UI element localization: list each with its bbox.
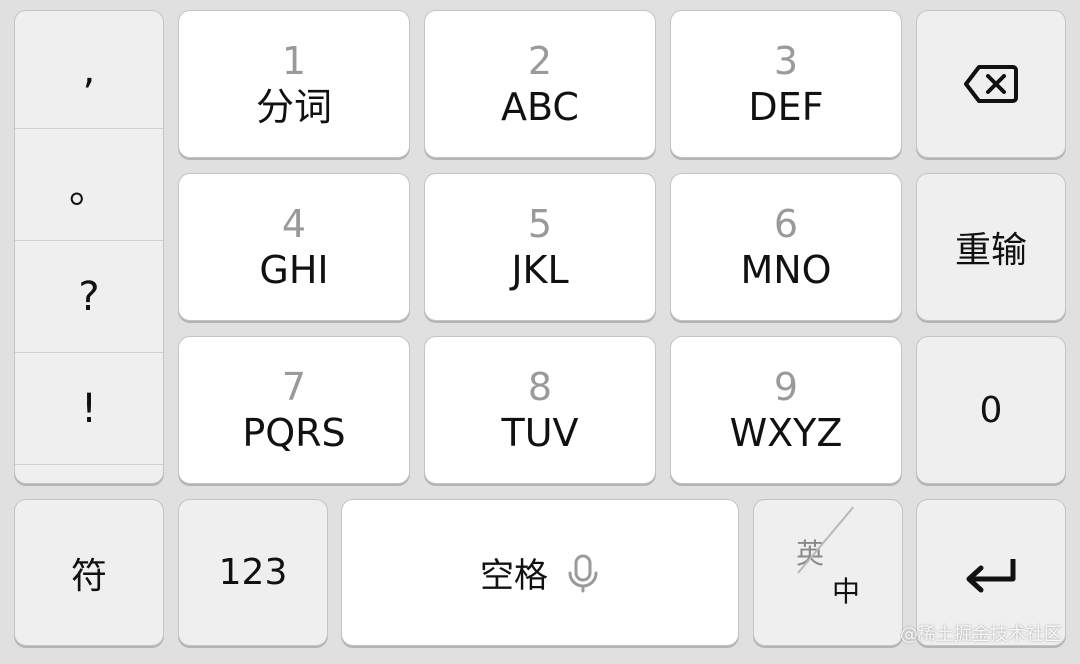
punctuation-list: , 。 ? ! (14, 10, 164, 484)
key-2[interactable]: 2 ABC (424, 10, 656, 158)
backspace-icon (964, 65, 1018, 103)
key-2-number: 2 (527, 39, 553, 83)
punct-exclamation[interactable]: ! (15, 353, 163, 465)
key-8-number: 8 (527, 365, 553, 409)
numbers-label: 123 (218, 552, 288, 593)
enter-icon (966, 558, 1016, 592)
space-label: 空格 (480, 556, 548, 596)
key-6-number: 6 (773, 202, 799, 246)
key-3-number: 3 (773, 39, 799, 83)
zero-key[interactable]: 0 (916, 336, 1066, 484)
key-2-label: ABC (501, 85, 579, 129)
key-4[interactable]: 4 GHI (178, 173, 410, 321)
language-en-label: 英 (796, 537, 825, 570)
punct-comma[interactable]: , (15, 11, 163, 129)
symbol-label: 符 (70, 555, 107, 597)
key-6-label: MNO (740, 248, 832, 292)
key-4-label: GHI (259, 248, 329, 292)
key-5-number: 5 (527, 202, 553, 246)
key-7-label: PQRS (242, 411, 346, 455)
key-5-label: JKL (511, 248, 569, 292)
key-3-label: DEF (748, 85, 824, 129)
key-8-label: TUV (501, 411, 579, 455)
watermark: @稀土掘金技术社区 (900, 624, 1062, 645)
key-5[interactable]: 5 JKL (424, 173, 656, 321)
microphone-icon (568, 554, 598, 592)
key-1[interactable]: 1 分词 (178, 10, 410, 158)
numbers-key[interactable]: 123 (178, 499, 328, 646)
punct-question[interactable]: ? (15, 241, 163, 353)
key-9-label: WXYZ (729, 411, 843, 455)
key-7[interactable]: 7 PQRS (178, 336, 410, 484)
retype-key[interactable]: 重输 (916, 173, 1066, 321)
key-9-number: 9 (773, 365, 799, 409)
key-1-label: 分词 (255, 85, 332, 129)
key-6[interactable]: 6 MNO (670, 173, 902, 321)
key-4-number: 4 (281, 202, 307, 246)
punct-period[interactable]: 。 (15, 129, 163, 241)
key-7-number: 7 (281, 365, 307, 409)
key-3[interactable]: 3 DEF (670, 10, 902, 158)
language-zh-label: 中 (832, 575, 861, 608)
backspace-key[interactable] (916, 10, 1066, 158)
language-toggle-key[interactable]: 英 中 (753, 499, 903, 646)
key-8[interactable]: 8 TUV (424, 336, 656, 484)
space-key[interactable]: 空格 (341, 499, 739, 646)
key-1-number: 1 (281, 39, 307, 83)
zero-label: 0 (979, 389, 1003, 431)
symbol-key[interactable]: 符 (14, 499, 164, 646)
key-9[interactable]: 9 WXYZ (670, 336, 902, 484)
retype-label: 重输 (954, 230, 1027, 271)
